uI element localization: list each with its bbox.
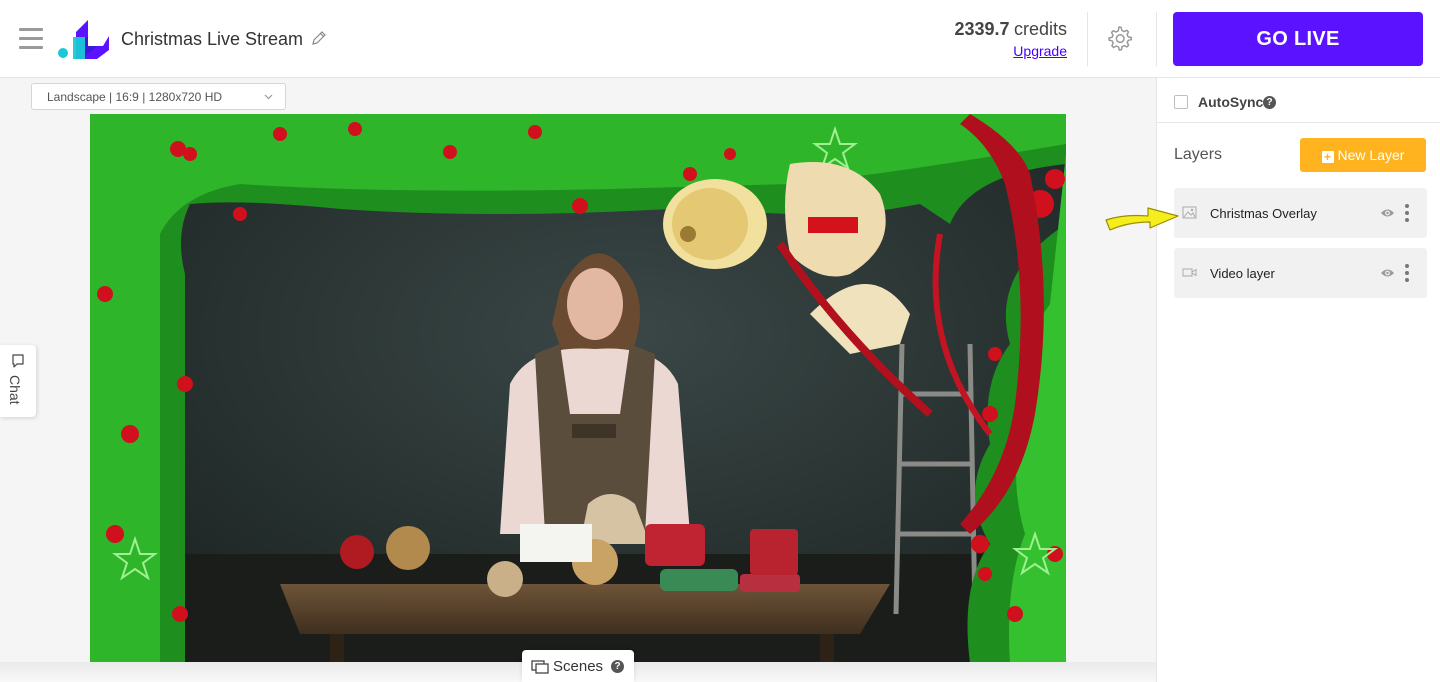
stream-title: Christmas Live Stream: [121, 29, 304, 49]
pointer-arrow-annotation: [1105, 207, 1179, 231]
resolution-select[interactable]: Landscape | 16:9 | 1280x720 HD: [31, 83, 286, 110]
stream-preview-canvas[interactable]: [90, 114, 1066, 663]
credits-box: 2339.7 credits Upgrade: [954, 19, 1067, 59]
upgrade-link[interactable]: Upgrade: [954, 43, 1067, 59]
resolution-value: Landscape | 16:9 | 1280x720 HD: [47, 90, 223, 104]
layers-heading: Layers: [1174, 146, 1223, 163]
scenes-label: Scenes: [553, 658, 604, 675]
panel-divider: [1157, 122, 1440, 123]
layer-name: Video layer: [1210, 266, 1275, 281]
layer-name: Christmas Overlay: [1210, 206, 1317, 221]
hamburger-menu-icon[interactable]: [19, 28, 43, 49]
credits-label: credits: [1013, 19, 1067, 39]
video-camera-icon: [1182, 268, 1197, 277]
eye-icon[interactable]: [1380, 267, 1395, 279]
image-icon: [1182, 206, 1197, 219]
app-logo: [58, 20, 109, 59]
gear-icon[interactable]: [1105, 24, 1133, 52]
header-divider: [1156, 12, 1157, 66]
header-divider: [1087, 12, 1088, 66]
eye-icon[interactable]: [1380, 207, 1395, 219]
layer-row-christmas-overlay[interactable]: Christmas Overlay: [1174, 188, 1427, 238]
help-icon[interactable]: ?: [611, 660, 624, 673]
layer-row-video-layer[interactable]: Video layer: [1174, 248, 1427, 298]
kebab-menu-icon[interactable]: [1402, 203, 1412, 223]
preview-image: [90, 114, 1066, 663]
autosync-label: AutoSync: [1198, 94, 1264, 110]
layers-panel: AutoSync ? Layers + New Layer Christmas O…: [1156, 78, 1440, 682]
go-live-button[interactable]: GO LIVE: [1173, 12, 1423, 66]
kebab-menu-icon[interactable]: [1402, 263, 1412, 283]
new-layer-button[interactable]: + New Layer: [1300, 138, 1426, 172]
scenes-tab[interactable]: Scenes ?: [522, 650, 634, 682]
chevron-down-icon: [264, 94, 273, 100]
help-icon[interactable]: ?: [1263, 96, 1276, 109]
new-layer-label: New Layer: [1337, 147, 1405, 163]
scenes-icon: [531, 660, 549, 674]
chat-label: Chat: [7, 375, 23, 405]
autosync-checkbox[interactable]: [1174, 95, 1188, 109]
top-bar: Christmas Live Stream 2339.7 credits Upg…: [0, 0, 1440, 78]
chat-bubble-icon: [12, 354, 24, 368]
credits-amount: 2339.7: [954, 19, 1010, 39]
pencil-icon[interactable]: [311, 30, 327, 46]
plus-icon: +: [1321, 151, 1334, 163]
chat-tab[interactable]: Chat: [0, 345, 36, 417]
